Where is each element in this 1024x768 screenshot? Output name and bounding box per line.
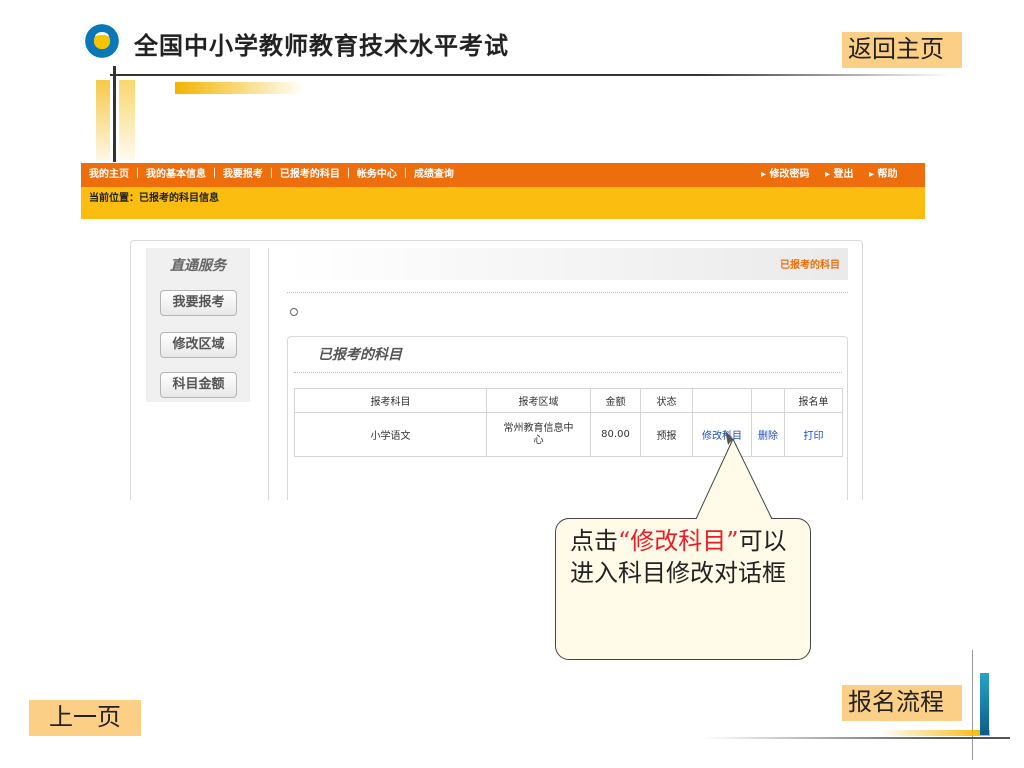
prev-page-button[interactable]: 上一页 [29, 700, 141, 736]
decor-line [972, 650, 973, 760]
decor-line [705, 737, 1010, 739]
decor-bar [980, 673, 989, 735]
callout-pointer [695, 430, 773, 520]
decor-bar [880, 730, 990, 736]
registration-flow-button[interactable]: 报名流程 [842, 685, 962, 721]
